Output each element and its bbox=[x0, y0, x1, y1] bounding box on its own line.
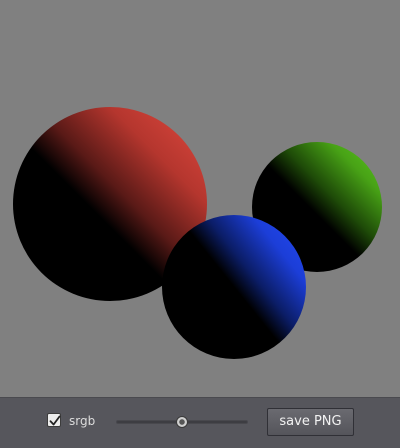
save-png-button[interactable]: save PNG bbox=[267, 408, 354, 436]
sphere-scene bbox=[13, 107, 382, 359]
exposure-slider[interactable] bbox=[116, 414, 248, 430]
checkmark-icon bbox=[49, 415, 61, 426]
slider-thumb-icon[interactable] bbox=[176, 416, 188, 428]
render-viewport bbox=[0, 0, 400, 397]
srgb-label: srgb bbox=[69, 414, 96, 428]
srgb-checkbox[interactable] bbox=[47, 413, 61, 427]
bottom-toolbar: srgb save PNG bbox=[0, 397, 400, 448]
blue-sphere bbox=[162, 215, 306, 359]
